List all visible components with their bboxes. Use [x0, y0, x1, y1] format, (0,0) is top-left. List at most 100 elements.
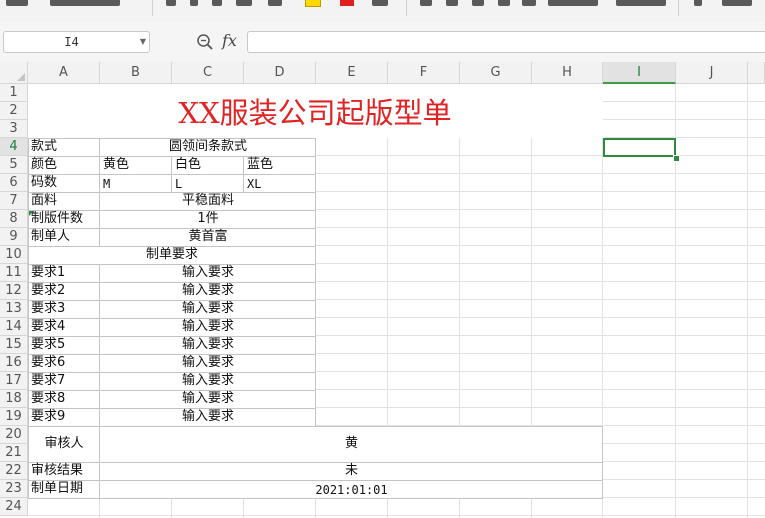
row-header[interactable]: 23 [0, 480, 28, 498]
column-header-d[interactable]: D [244, 62, 316, 84]
requirements-header: 制单要求 [145, 247, 198, 262]
ribbon-toolbar [0, 0, 765, 23]
column-header-f[interactable]: F [388, 62, 460, 84]
size-option: L [175, 177, 183, 191]
maker-value: 黄首富 [188, 229, 228, 244]
requirement-label: 要求5 [31, 337, 66, 352]
align-right-icon[interactable] [472, 0, 484, 6]
toolbar-icon[interactable] [190, 0, 198, 6]
merge-icon[interactable] [522, 0, 536, 6]
gridline [28, 515, 765, 516]
row-header[interactable]: 10 [0, 246, 28, 264]
row-header[interactable]: 18 [0, 390, 28, 408]
maker-label: 制单人 [31, 229, 71, 244]
align-center-icon[interactable] [446, 0, 458, 6]
requirement-value: 输入要求 [181, 265, 234, 280]
selected-cell-i4[interactable] [603, 138, 676, 157]
style-value: 圆领间条款式 [168, 139, 247, 154]
align-left-icon[interactable] [420, 0, 432, 6]
requirement-value: 输入要求 [181, 355, 234, 370]
underline-icon[interactable] [212, 0, 222, 6]
row-header[interactable]: 22 [0, 462, 28, 480]
highlight-color-swatch[interactable] [305, 0, 321, 7]
column-header-i[interactable]: I [603, 62, 676, 84]
fx-icon[interactable]: fx [222, 31, 237, 50]
requirement-label: 要求8 [31, 391, 66, 406]
size-option: XL [247, 177, 262, 191]
name-box[interactable]: I4 ▼ [3, 31, 150, 53]
fill-color-icon[interactable] [268, 0, 282, 6]
formula-bar: I4 ▼ fx [0, 22, 765, 63]
fabric-label: 面料 [31, 193, 58, 208]
bold-icon[interactable] [166, 0, 176, 6]
column-header-e[interactable]: E [316, 62, 388, 84]
column-header-j[interactable]: J [676, 62, 748, 84]
column-header-a[interactable]: A [28, 62, 100, 84]
toolbar-icon[interactable] [694, 0, 702, 6]
row-header[interactable]: 21 [0, 444, 28, 462]
zoom-icon[interactable] [196, 33, 214, 51]
chevron-down-icon[interactable]: ▼ [140, 32, 146, 52]
row-header[interactable]: 20 [0, 426, 28, 444]
requirement-value: 输入要求 [181, 373, 234, 388]
toolbar-separator [678, 0, 679, 16]
row-header[interactable]: 3 [0, 120, 28, 138]
row-header[interactable]: 24 [0, 498, 28, 516]
fill-handle[interactable] [673, 155, 680, 162]
row-header[interactable]: 17 [0, 372, 28, 390]
row-header[interactable]: 7 [0, 192, 28, 210]
row-header[interactable]: 9 [0, 228, 28, 246]
requirement-value: 输入要求 [181, 301, 234, 316]
row-header[interactable]: 13 [0, 300, 28, 318]
requirement-label: 要求6 [31, 355, 66, 370]
wrap-text-button[interactable] [616, 0, 666, 6]
row-header[interactable]: 14 [0, 318, 28, 336]
row-header[interactable]: 19 [0, 408, 28, 426]
row-header[interactable]: 6 [0, 174, 28, 192]
column-header-b[interactable]: B [100, 62, 172, 84]
toolbar-icon[interactable] [722, 0, 752, 6]
requirement-value: 输入要求 [181, 391, 234, 406]
gridline [747, 84, 748, 518]
column-header-blank[interactable] [748, 62, 765, 84]
requirement-value: 输入要求 [181, 337, 234, 352]
row-header[interactable]: 8 [0, 210, 28, 228]
size-label: 码数 [31, 175, 58, 190]
row-header[interactable]: 15 [0, 336, 28, 354]
toolbar-icon[interactable] [6, 0, 28, 6]
toolbar-icon[interactable] [372, 0, 388, 6]
column-header-c[interactable]: C [172, 62, 244, 84]
row-header[interactable]: 11 [0, 264, 28, 282]
reviewer-label: 审核人 [44, 436, 84, 451]
requirement-label: 要求3 [31, 301, 66, 316]
column-header-h[interactable]: H [532, 62, 603, 84]
font-color-swatch[interactable] [340, 0, 354, 6]
merge-center-button[interactable] [548, 0, 598, 6]
column-header-g[interactable]: G [460, 62, 532, 84]
reviewer-value: 黄 [344, 436, 358, 451]
size-option: M [103, 177, 111, 191]
qty-label: 制版件数 [31, 211, 84, 226]
row-header[interactable]: 1 [0, 84, 28, 102]
requirement-label: 要求4 [31, 319, 66, 334]
color-option: 黄色 [103, 157, 130, 172]
review-result-label: 审核结果 [31, 463, 84, 478]
toolbar-separator [406, 0, 407, 16]
toolbar-icon[interactable] [50, 0, 120, 6]
requirement-label: 要求7 [31, 373, 66, 388]
select-all-corner[interactable] [0, 62, 28, 84]
requirement-label: 要求2 [31, 283, 66, 298]
date-value: 2021:01:01 [315, 483, 388, 497]
row-header[interactable]: 5 [0, 156, 28, 174]
row-header[interactable]: 16 [0, 354, 28, 372]
row-header[interactable]: 2 [0, 102, 28, 120]
row-header[interactable]: 4 [0, 138, 28, 156]
row-header[interactable]: 12 [0, 282, 28, 300]
requirement-label: 要求9 [31, 409, 66, 424]
requirement-value: 输入要求 [181, 283, 234, 298]
border-icon[interactable] [236, 0, 252, 6]
formula-input[interactable] [247, 31, 765, 53]
sheet-title: XX服装公司起版型单 [178, 96, 452, 130]
align-justify-icon[interactable] [498, 0, 510, 6]
date-label: 制单日期 [31, 481, 84, 496]
